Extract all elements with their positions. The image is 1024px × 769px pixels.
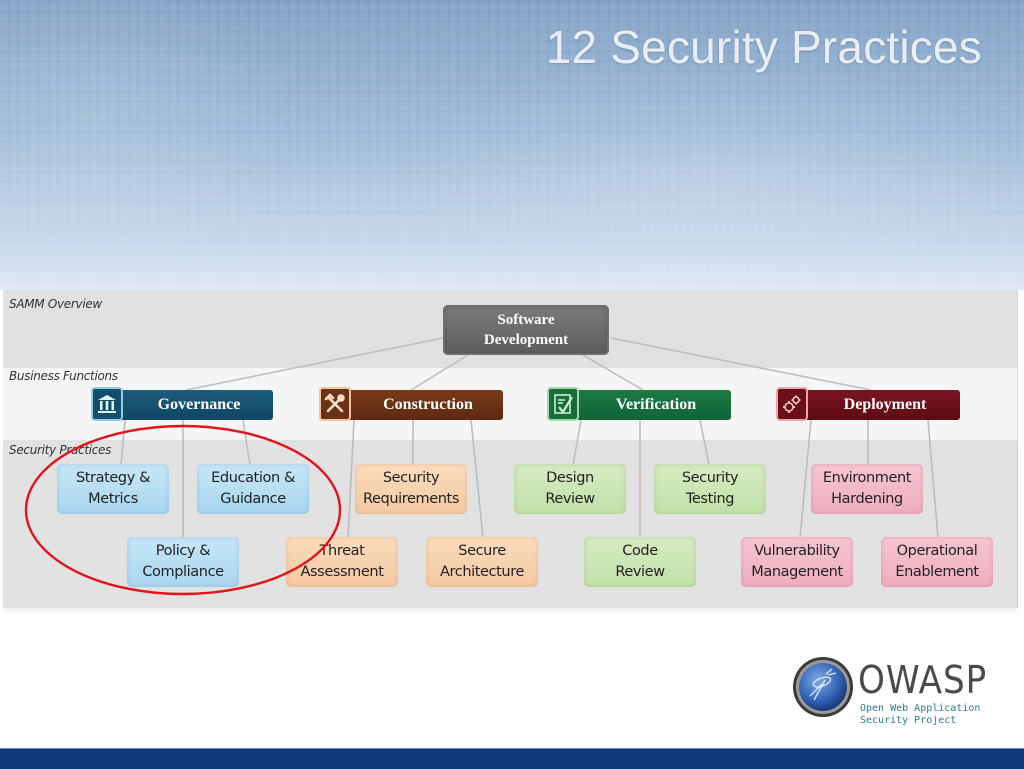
owasp-logo: OWASP Open Web Application Security Proj… bbox=[792, 656, 992, 728]
wasp-emblem-icon bbox=[793, 657, 853, 717]
owasp-subtitle-line2: Security Project bbox=[860, 715, 957, 726]
owasp-subtitle-line1: Open Web Application bbox=[860, 703, 981, 714]
highlight-ellipse bbox=[24, 424, 342, 596]
footer-bar bbox=[0, 748, 1024, 769]
slide-header-background: 12 Security Practices bbox=[0, 0, 1024, 290]
highlight-overlay bbox=[24, 424, 342, 596]
slide-title: 12 Security Practices bbox=[545, 21, 982, 73]
samm-overview-diagram: SAMM Overview Business Functions Securit… bbox=[3, 290, 1018, 608]
owasp-wordmark: OWASP bbox=[858, 658, 988, 702]
background-glow bbox=[390, 60, 1024, 290]
background-glow bbox=[0, 0, 300, 290]
